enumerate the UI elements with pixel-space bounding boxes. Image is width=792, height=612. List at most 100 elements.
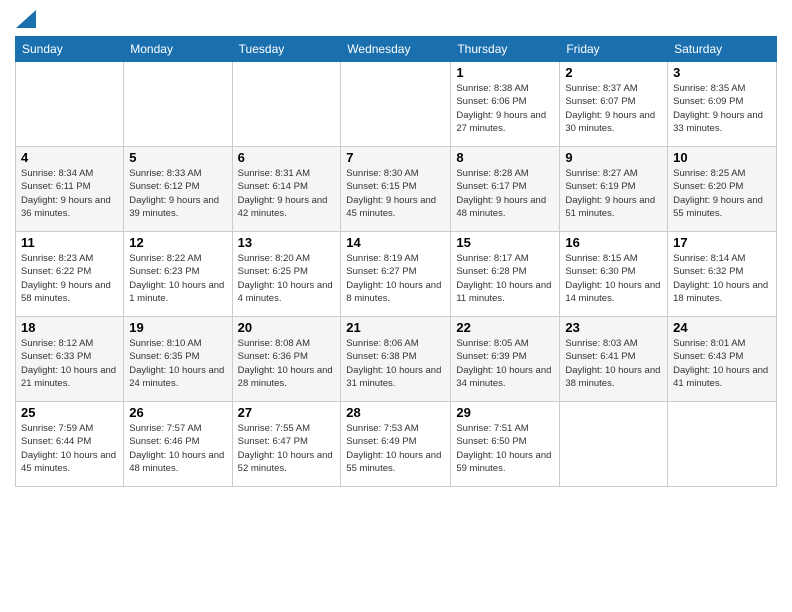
day-number: 29 [456, 405, 554, 420]
day-number: 7 [346, 150, 445, 165]
day-number: 4 [21, 150, 118, 165]
day-cell [560, 402, 668, 487]
col-header-monday: Monday [124, 37, 232, 62]
day-cell: 17 Sunrise: 8:14 AM Sunset: 6:32 PM Dayli… [668, 232, 777, 317]
day-number: 5 [129, 150, 226, 165]
day-info: Sunrise: 8:06 AM Sunset: 6:38 PM Dayligh… [346, 337, 445, 390]
week-row-2: 4 Sunrise: 8:34 AM Sunset: 6:11 PM Daylig… [16, 147, 777, 232]
col-header-saturday: Saturday [668, 37, 777, 62]
day-cell: 18 Sunrise: 8:12 AM Sunset: 6:33 PM Dayli… [16, 317, 124, 402]
day-info: Sunrise: 7:59 AM Sunset: 6:44 PM Dayligh… [21, 422, 118, 475]
day-number: 16 [565, 235, 662, 250]
day-cell: 22 Sunrise: 8:05 AM Sunset: 6:39 PM Dayli… [451, 317, 560, 402]
day-number: 25 [21, 405, 118, 420]
day-info: Sunrise: 8:22 AM Sunset: 6:23 PM Dayligh… [129, 252, 226, 305]
day-number: 1 [456, 65, 554, 80]
day-number: 18 [21, 320, 118, 335]
day-cell: 4 Sunrise: 8:34 AM Sunset: 6:11 PM Daylig… [16, 147, 124, 232]
day-info: Sunrise: 8:34 AM Sunset: 6:11 PM Dayligh… [21, 167, 118, 220]
day-info: Sunrise: 8:20 AM Sunset: 6:25 PM Dayligh… [238, 252, 336, 305]
day-info: Sunrise: 8:28 AM Sunset: 6:17 PM Dayligh… [456, 167, 554, 220]
logo-bird-icon [16, 10, 36, 28]
week-row-4: 18 Sunrise: 8:12 AM Sunset: 6:33 PM Dayli… [16, 317, 777, 402]
day-number: 17 [673, 235, 771, 250]
day-number: 11 [21, 235, 118, 250]
col-header-tuesday: Tuesday [232, 37, 341, 62]
day-number: 27 [238, 405, 336, 420]
calendar-table: SundayMondayTuesdayWednesdayThursdayFrid… [15, 36, 777, 487]
day-cell: 13 Sunrise: 8:20 AM Sunset: 6:25 PM Dayli… [232, 232, 341, 317]
header-row: SundayMondayTuesdayWednesdayThursdayFrid… [16, 37, 777, 62]
day-cell: 10 Sunrise: 8:25 AM Sunset: 6:20 PM Dayli… [668, 147, 777, 232]
day-cell [124, 62, 232, 147]
day-info: Sunrise: 8:35 AM Sunset: 6:09 PM Dayligh… [673, 82, 771, 135]
col-header-friday: Friday [560, 37, 668, 62]
day-number: 2 [565, 65, 662, 80]
day-info: Sunrise: 8:14 AM Sunset: 6:32 PM Dayligh… [673, 252, 771, 305]
day-cell [668, 402, 777, 487]
day-cell: 19 Sunrise: 8:10 AM Sunset: 6:35 PM Dayli… [124, 317, 232, 402]
day-cell: 28 Sunrise: 7:53 AM Sunset: 6:49 PM Dayli… [341, 402, 451, 487]
day-number: 23 [565, 320, 662, 335]
day-info: Sunrise: 7:53 AM Sunset: 6:49 PM Dayligh… [346, 422, 445, 475]
logo [15, 10, 36, 28]
day-info: Sunrise: 7:51 AM Sunset: 6:50 PM Dayligh… [456, 422, 554, 475]
day-info: Sunrise: 8:05 AM Sunset: 6:39 PM Dayligh… [456, 337, 554, 390]
day-info: Sunrise: 8:33 AM Sunset: 6:12 PM Dayligh… [129, 167, 226, 220]
day-cell: 23 Sunrise: 8:03 AM Sunset: 6:41 PM Dayli… [560, 317, 668, 402]
day-cell: 12 Sunrise: 8:22 AM Sunset: 6:23 PM Dayli… [124, 232, 232, 317]
col-header-thursday: Thursday [451, 37, 560, 62]
day-info: Sunrise: 8:37 AM Sunset: 6:07 PM Dayligh… [565, 82, 662, 135]
day-cell: 7 Sunrise: 8:30 AM Sunset: 6:15 PM Daylig… [341, 147, 451, 232]
day-cell: 27 Sunrise: 7:55 AM Sunset: 6:47 PM Dayli… [232, 402, 341, 487]
page: SundayMondayTuesdayWednesdayThursdayFrid… [0, 0, 792, 612]
day-info: Sunrise: 8:08 AM Sunset: 6:36 PM Dayligh… [238, 337, 336, 390]
week-row-3: 11Sunrise: 8:23 AM Sunset: 6:22 PM Dayli… [16, 232, 777, 317]
day-cell: 8 Sunrise: 8:28 AM Sunset: 6:17 PM Daylig… [451, 147, 560, 232]
day-cell: 11Sunrise: 8:23 AM Sunset: 6:22 PM Dayli… [16, 232, 124, 317]
day-cell: 1 Sunrise: 8:38 AM Sunset: 6:06 PM Daylig… [451, 62, 560, 147]
day-info: Sunrise: 8:25 AM Sunset: 6:20 PM Dayligh… [673, 167, 771, 220]
day-cell [341, 62, 451, 147]
day-number: 15 [456, 235, 554, 250]
day-info: Sunrise: 8:01 AM Sunset: 6:43 PM Dayligh… [673, 337, 771, 390]
day-cell: 20 Sunrise: 8:08 AM Sunset: 6:36 PM Dayli… [232, 317, 341, 402]
day-info: Sunrise: 8:15 AM Sunset: 6:30 PM Dayligh… [565, 252, 662, 305]
day-cell: 16 Sunrise: 8:15 AM Sunset: 6:30 PM Dayli… [560, 232, 668, 317]
day-cell: 21Sunrise: 8:06 AM Sunset: 6:38 PM Dayli… [341, 317, 451, 402]
day-number: 13 [238, 235, 336, 250]
day-info: Sunrise: 8:03 AM Sunset: 6:41 PM Dayligh… [565, 337, 662, 390]
day-number: 10 [673, 150, 771, 165]
header [15, 10, 777, 28]
day-number: 3 [673, 65, 771, 80]
day-cell: 6Sunrise: 8:31 AM Sunset: 6:14 PM Daylig… [232, 147, 341, 232]
week-row-5: 25 Sunrise: 7:59 AM Sunset: 6:44 PM Dayli… [16, 402, 777, 487]
day-number: 28 [346, 405, 445, 420]
day-info: Sunrise: 7:55 AM Sunset: 6:47 PM Dayligh… [238, 422, 336, 475]
day-number: 19 [129, 320, 226, 335]
day-cell: 25 Sunrise: 7:59 AM Sunset: 6:44 PM Dayli… [16, 402, 124, 487]
day-info: Sunrise: 8:30 AM Sunset: 6:15 PM Dayligh… [346, 167, 445, 220]
col-header-sunday: Sunday [16, 37, 124, 62]
day-cell: 14Sunrise: 8:19 AM Sunset: 6:27 PM Dayli… [341, 232, 451, 317]
day-number: 14 [346, 235, 445, 250]
day-number: 8 [456, 150, 554, 165]
day-info: Sunrise: 8:17 AM Sunset: 6:28 PM Dayligh… [456, 252, 554, 305]
day-number: 9 [565, 150, 662, 165]
day-cell: 2 Sunrise: 8:37 AM Sunset: 6:07 PM Daylig… [560, 62, 668, 147]
day-cell: 26Sunrise: 7:57 AM Sunset: 6:46 PM Dayli… [124, 402, 232, 487]
day-info: Sunrise: 8:38 AM Sunset: 6:06 PM Dayligh… [456, 82, 554, 135]
day-info: Sunrise: 7:57 AM Sunset: 6:46 PM Dayligh… [129, 422, 226, 475]
day-cell [16, 62, 124, 147]
day-info: Sunrise: 8:10 AM Sunset: 6:35 PM Dayligh… [129, 337, 226, 390]
day-number: 20 [238, 320, 336, 335]
day-info: Sunrise: 8:27 AM Sunset: 6:19 PM Dayligh… [565, 167, 662, 220]
day-cell: 24Sunrise: 8:01 AM Sunset: 6:43 PM Dayli… [668, 317, 777, 402]
day-number: 12 [129, 235, 226, 250]
day-cell: 29 Sunrise: 7:51 AM Sunset: 6:50 PM Dayli… [451, 402, 560, 487]
day-cell [232, 62, 341, 147]
day-number: 22 [456, 320, 554, 335]
day-number: 6 [238, 150, 336, 165]
day-info: Sunrise: 8:12 AM Sunset: 6:33 PM Dayligh… [21, 337, 118, 390]
day-cell: 5 Sunrise: 8:33 AM Sunset: 6:12 PM Daylig… [124, 147, 232, 232]
